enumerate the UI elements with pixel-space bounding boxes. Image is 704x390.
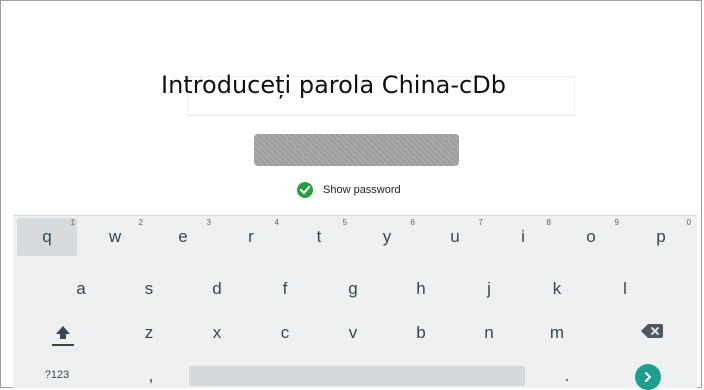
shift-key[interactable] <box>35 314 91 352</box>
password-field[interactable] <box>254 134 459 166</box>
period-key[interactable]: . <box>547 362 587 390</box>
space-bar[interactable] <box>189 366 525 386</box>
show-password-label: Show password <box>323 184 401 196</box>
key-z[interactable]: z <box>117 314 181 352</box>
chevron-right-icon <box>643 368 653 387</box>
key-y[interactable]: y 6 <box>357 218 417 256</box>
symbols-key[interactable]: ?123 <box>29 362 85 388</box>
key-b[interactable]: b <box>389 314 453 352</box>
key-k[interactable]: k <box>525 270 589 308</box>
keyboard-row-3: z x c v b n m <box>13 314 697 352</box>
key-c[interactable]: c <box>253 314 317 352</box>
keyboard-row-2: a s d f g h j k l <box>13 270 697 308</box>
key-t[interactable]: t 5 <box>289 218 349 256</box>
enter-button[interactable] <box>635 364 661 390</box>
key-q[interactable]: q 1 <box>17 218 77 256</box>
backspace-icon <box>641 323 663 343</box>
key-f[interactable]: f <box>253 270 317 308</box>
key-g[interactable]: g <box>321 270 385 308</box>
key-i[interactable]: i 8 <box>493 218 553 256</box>
caps-indicator <box>52 344 74 346</box>
key-r[interactable]: r 4 <box>221 218 281 256</box>
key-m[interactable]: m <box>525 314 589 352</box>
key-h[interactable]: h <box>389 270 453 308</box>
key-l[interactable]: l <box>593 270 657 308</box>
key-x[interactable]: x <box>185 314 249 352</box>
key-d[interactable]: d <box>185 270 249 308</box>
key-p[interactable]: p 0 <box>629 218 693 256</box>
key-s[interactable]: s <box>117 270 181 308</box>
key-j[interactable]: j <box>457 270 521 308</box>
key-u[interactable]: u 7 <box>425 218 485 256</box>
shift-icon <box>52 324 74 346</box>
key-e[interactable]: e 3 <box>153 218 213 256</box>
key-o[interactable]: o 9 <box>561 218 621 256</box>
keyboard-row-1: q 1 w 2 e 3 r 4 t 5 y 6 u 7 i 8 o 9 p 0 <box>13 218 697 256</box>
key-v[interactable]: v <box>321 314 385 352</box>
key-w[interactable]: w 2 <box>85 218 145 256</box>
app-frame: Introduceți parola China-cDb Show passwo… <box>0 0 702 390</box>
soft-keyboard: q 1 w 2 e 3 r 4 t 5 y 6 u 7 i 8 o 9 p 0 … <box>13 215 697 390</box>
page-title: Introduceți parola China-cDb <box>161 71 506 99</box>
key-n[interactable]: n <box>457 314 521 352</box>
comma-key[interactable]: , <box>131 362 171 390</box>
show-password-toggle[interactable]: Show password <box>297 181 401 199</box>
check-icon[interactable] <box>297 182 313 198</box>
key-a[interactable]: a <box>49 270 113 308</box>
backspace-key[interactable] <box>617 314 687 352</box>
